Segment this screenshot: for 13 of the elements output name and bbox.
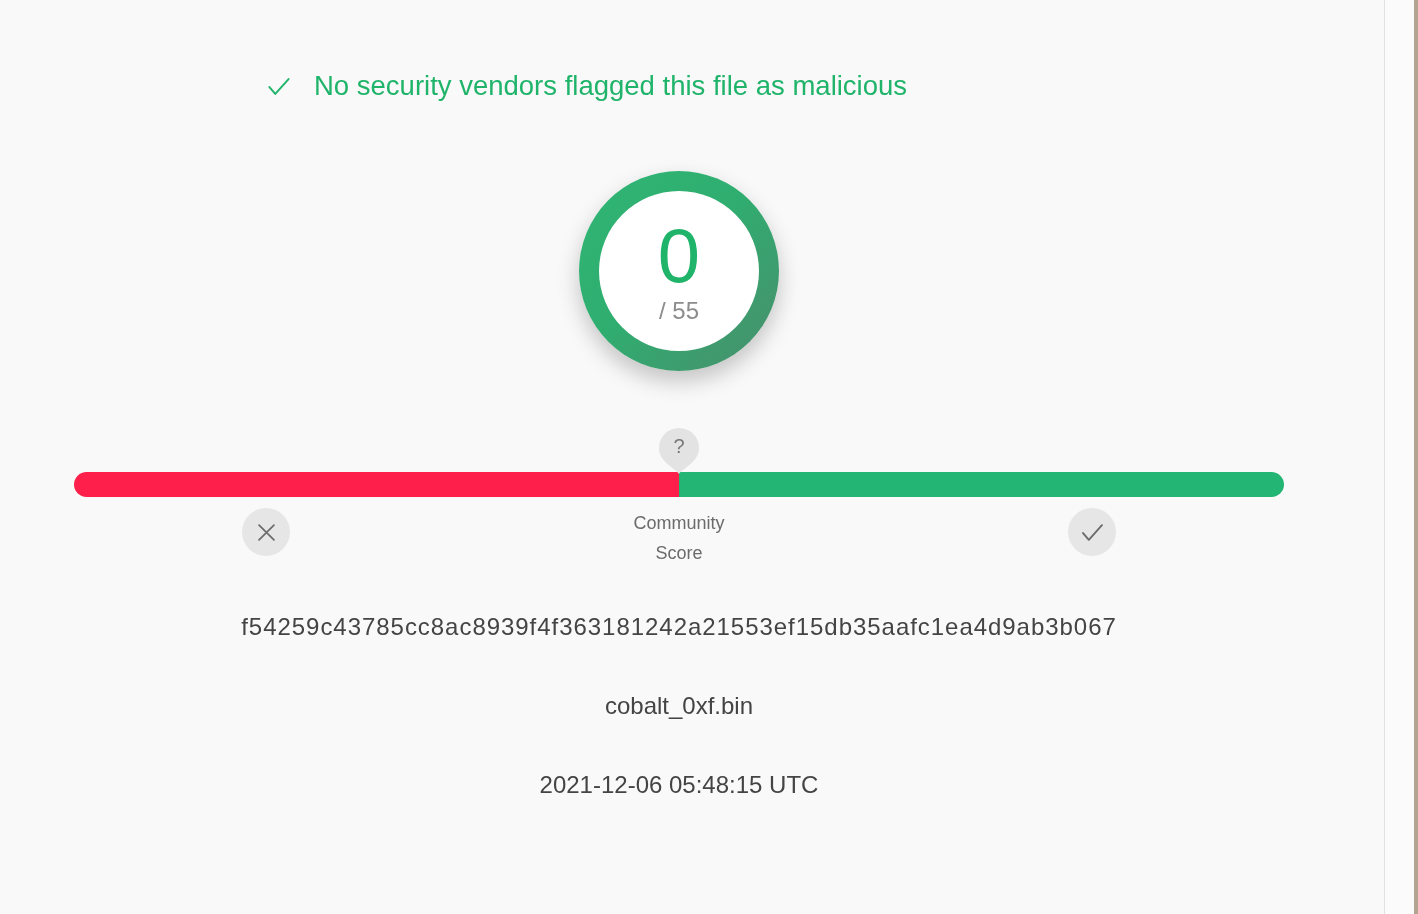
check-icon [1081,523,1103,541]
score-marker: ? [658,427,700,475]
malicious-count: 0 [657,218,701,294]
total-vendors: / 55 [659,297,699,325]
community-score-label: Community Score [632,512,726,565]
check-vote-button[interactable] [1068,508,1116,556]
check-icon [268,77,290,95]
scan-date: 2021-12-06 05:48:15 UTC [539,770,819,800]
x-vote-button[interactable] [242,508,290,556]
file-hash: f54259c43785cc8ac8939f4f363181242a21553ef15db35aafc1ea4d9ab3b067 [241,612,1117,642]
detection-message: No security vendors flagged this file as malicious [314,70,908,102]
x-icon [257,523,275,541]
file-name: cobalt_0xf.bin [604,691,754,721]
